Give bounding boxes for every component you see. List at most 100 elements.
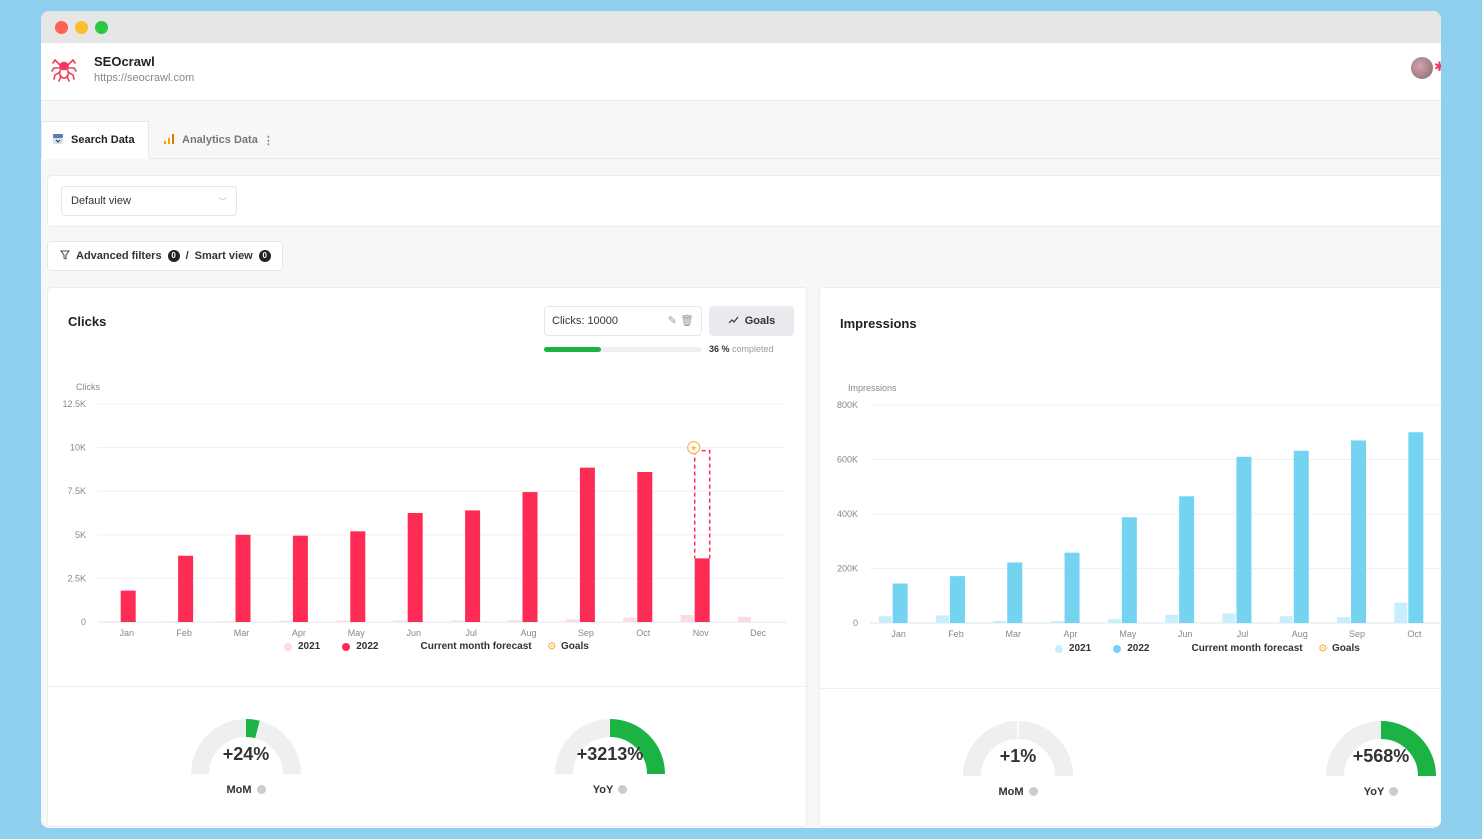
bar-2021 [1107, 619, 1121, 623]
x-tick-label: Jan [119, 628, 134, 638]
x-tick-label: Oct [636, 628, 651, 638]
x-tick-label: Feb [176, 628, 192, 638]
bar-2022 [949, 576, 965, 623]
goal-progress-bar [544, 347, 702, 352]
site-name: SEOcrawl [94, 54, 155, 69]
gauge-yoy-label-text: YoY [592, 784, 614, 796]
impressions-legend: 2021 2022 Current month forecast ⊙ Goals [1055, 643, 1382, 654]
filter-bar[interactable]: Advanced filters 0 / Smart view 0 [47, 241, 283, 271]
legend-swatch-2022 [1113, 644, 1122, 653]
bar-2021 [565, 619, 579, 622]
bar-2022 [1007, 562, 1023, 623]
tab-search-data[interactable]: Search Data [41, 121, 149, 159]
edit-icon[interactable]: ✎ [668, 314, 677, 327]
bar-2022 [694, 558, 710, 622]
help-icon[interactable] [1028, 787, 1038, 796]
bar-2021 [164, 621, 178, 622]
gauge-yoy-label: YoY [1321, 786, 1441, 798]
panel-divider [48, 686, 808, 687]
clicks-panel: Clicks Clicks: 10000 ✎ 🗑︎ Goals 36 % com… [47, 287, 808, 827]
goal-star-icon: ⊙ [547, 641, 557, 652]
y-tick-label: 600K [837, 455, 858, 465]
tab-analytics-data[interactable]: Analytics Data ⋮ [163, 121, 274, 159]
panel-divider [820, 688, 1441, 689]
legend-item-2022[interactable]: 2022 [342, 641, 379, 652]
gauge-yoy-label-text: YoY [1363, 786, 1385, 798]
gauge-mom: +24% MoM [186, 708, 306, 808]
legend-item-2021[interactable]: 2021 [1055, 643, 1091, 654]
bar-2021 [1222, 613, 1236, 623]
legend-item-goals[interactable]: ⊙ Goals [548, 641, 589, 652]
advanced-filters-label[interactable]: Advanced filters [76, 250, 162, 262]
y-tick-label: 400K [837, 509, 858, 519]
y-tick-label: 7.5K [67, 486, 86, 496]
gauge-yoy-value: +568% [1352, 746, 1410, 766]
maximize-window-button[interactable] [95, 21, 108, 34]
bar-2021 [393, 620, 407, 622]
bar-2021 [1394, 602, 1408, 623]
trash-icon[interactable]: 🗑︎ [680, 314, 694, 327]
bar-2022 [407, 513, 423, 622]
more-options-icon[interactable]: ⋮ [263, 134, 274, 147]
bar-2021 [680, 615, 694, 622]
data-tabs: Search Data Analytics Data ⋮ [41, 121, 1441, 159]
bar-2021 [336, 620, 350, 622]
bar-2022 [522, 492, 538, 622]
goals-button-label: Goals [744, 315, 776, 327]
legend-label-forecast: Current month forecast [1191, 643, 1303, 654]
y-axis-title: Impressions [848, 383, 897, 393]
x-tick-label: Sep [1349, 629, 1365, 639]
browser-window: SEOcrawl https://seocrawl.com ✱ Search D… [41, 11, 1441, 828]
clicks-title: Clicks [68, 314, 107, 329]
gauge-yoy-value: +3213% [576, 744, 644, 764]
legend-item-goals[interactable]: ⊙ Goals [1319, 643, 1360, 654]
legend-label-2022: 2022 [1127, 643, 1150, 654]
bar-2021 [278, 620, 292, 622]
analytics-bar-icon [163, 133, 175, 148]
x-tick-label: Mar [234, 628, 250, 638]
view-select[interactable]: Default view ﹀ [61, 186, 237, 216]
bar-2021 [1165, 614, 1179, 623]
gauge-mom-arc [191, 719, 301, 775]
help-icon[interactable] [618, 785, 628, 794]
y-tick-label: 800K [837, 400, 858, 410]
tab-search-data-label: Search Data [71, 134, 135, 146]
x-tick-label: Mar [1006, 629, 1022, 639]
bar-2021 [1337, 617, 1351, 623]
user-avatar[interactable] [1411, 57, 1433, 79]
legend-item-forecast[interactable]: Current month forecast [421, 641, 532, 652]
bar-2021 [623, 617, 637, 622]
legend-item-2021[interactable]: 2021 [284, 641, 320, 652]
x-tick-label: Jan [891, 629, 906, 639]
bar-2021 [878, 616, 892, 623]
y-tick-label: 5K [75, 530, 86, 540]
x-tick-label: Apr [292, 628, 306, 638]
bar-2022 [1293, 450, 1309, 623]
legend-item-forecast[interactable]: Current month forecast [1192, 643, 1303, 654]
minimize-window-button[interactable] [75, 21, 88, 34]
bar-2022 [1179, 496, 1195, 623]
help-icon[interactable] [256, 785, 266, 794]
x-tick-label: Aug [520, 628, 536, 638]
help-icon[interactable] [1389, 787, 1399, 796]
goal-input[interactable]: Clicks: 10000 ✎ 🗑︎ [544, 306, 702, 336]
site-url[interactable]: https://seocrawl.com [94, 72, 194, 84]
x-tick-label: Oct [1407, 629, 1422, 639]
bar-2022 [579, 467, 595, 622]
goal-progress-value: 36 % [709, 344, 730, 354]
gauge-mom-value: +24% [222, 744, 270, 764]
legend-label-goals: Goals [561, 641, 589, 652]
legend-item-2022[interactable]: 2022 [1113, 643, 1150, 654]
smart-view-label[interactable]: Smart view [195, 250, 253, 262]
legend-label-2021: 2021 [1069, 643, 1092, 654]
view-bar: Default view ﹀ [47, 175, 1441, 227]
x-tick-label: Jun [1178, 629, 1193, 639]
close-window-button[interactable] [55, 21, 68, 34]
chevron-down-icon: ﹀ [217, 197, 227, 207]
goal-input-value: Clicks: 10000 [552, 315, 619, 327]
goals-button[interactable]: Goals [709, 306, 794, 336]
trend-icon [728, 315, 739, 327]
x-tick-label: Jun [406, 628, 421, 638]
y-tick-label: 200K [837, 564, 858, 574]
bar-2021 [106, 621, 120, 622]
